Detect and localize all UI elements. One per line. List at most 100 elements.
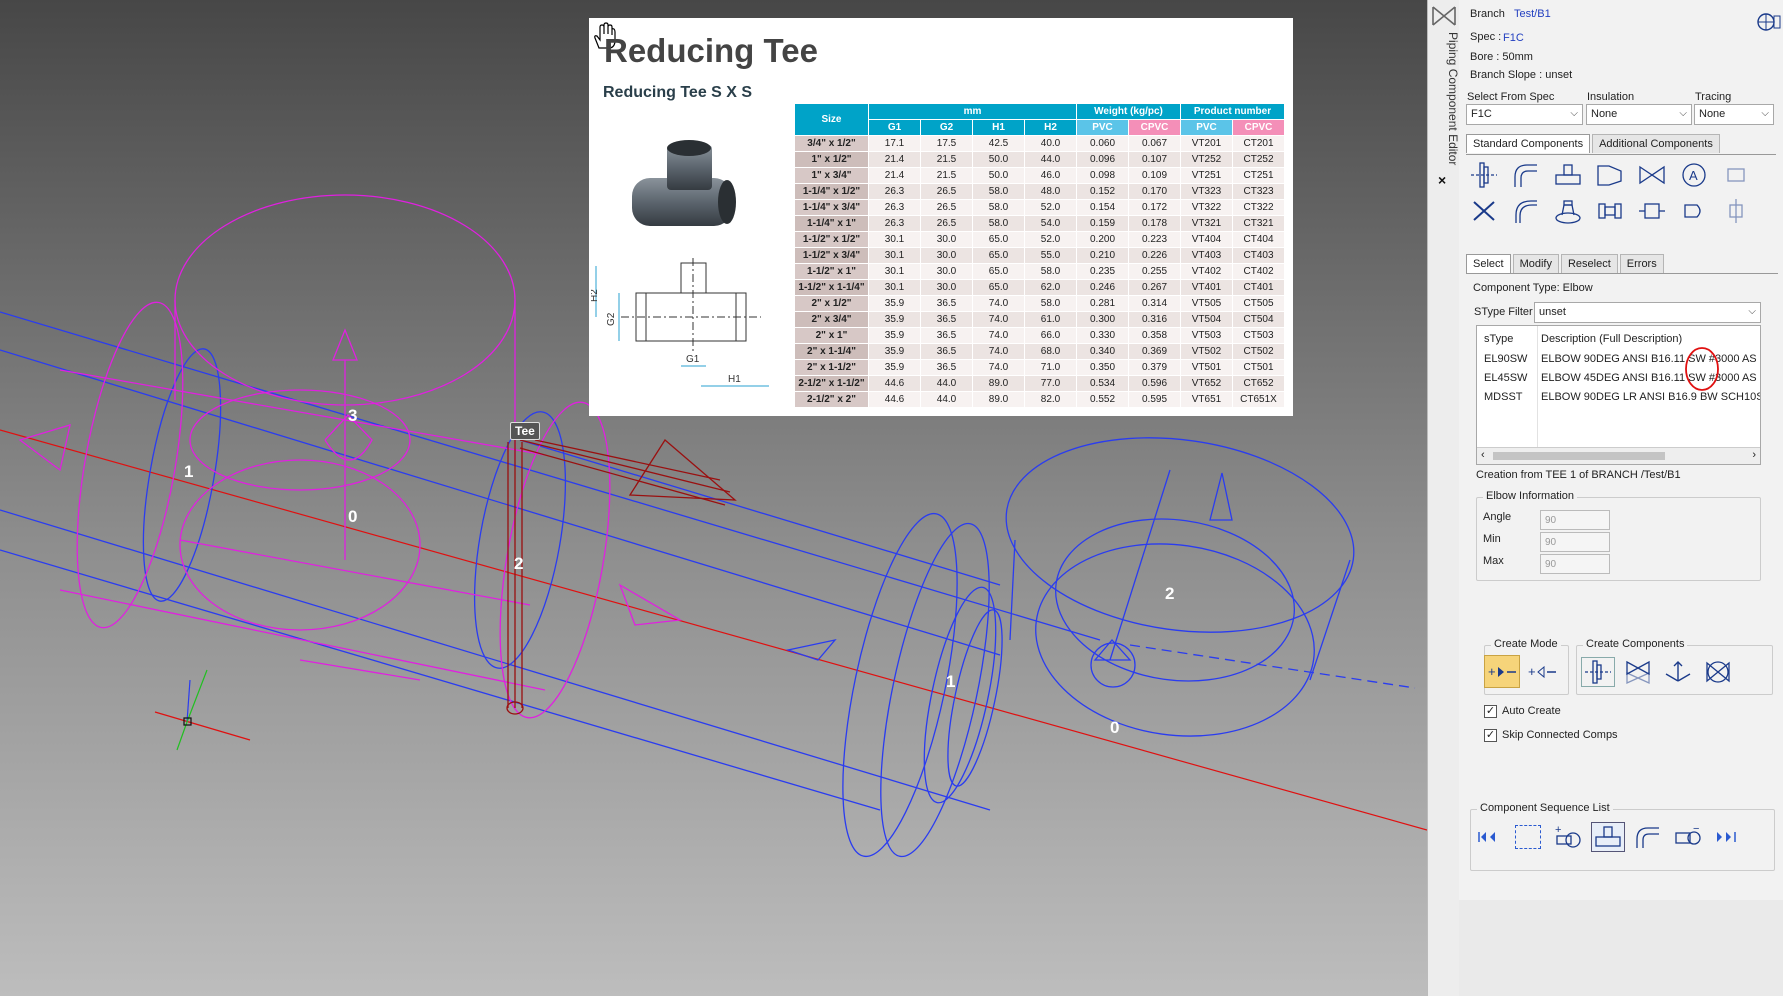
insert-after-icon: + bbox=[1488, 664, 1516, 679]
placeholder-box[interactable] bbox=[1511, 822, 1545, 852]
table-cell: VT404 bbox=[1180, 231, 1233, 248]
table-cell: 89.0 bbox=[972, 375, 1025, 392]
create-components-icons bbox=[1581, 657, 1735, 687]
next-last-icon[interactable] bbox=[1711, 822, 1739, 852]
stype-header[interactable]: sType bbox=[1484, 333, 1513, 345]
valve-icon[interactable] bbox=[1635, 160, 1669, 190]
table-row: 1-1/2" x 3/4" 30.1 30.0 65.0 55.0 0.210 0.226 V… bbox=[794, 247, 1285, 264]
dimensions-table-body: 3/4" x 1/2" 17.1 17.5 42.5 40.0 0.060 0.067 VT2… bbox=[794, 135, 1285, 408]
create-flange-icon[interactable] bbox=[1581, 657, 1615, 687]
chevron-down-icon: ⌵ bbox=[1761, 108, 1769, 119]
table-row: 2-1/2" x 1-1/2" 44.6 44.0 89.0 77.0 0.534 0.59… bbox=[794, 375, 1285, 392]
table-cell: 0.235 bbox=[1076, 263, 1129, 280]
col-header: PVC bbox=[1076, 119, 1129, 136]
angle-field[interactable]: 90 bbox=[1540, 510, 1610, 530]
scroll-thumb[interactable] bbox=[1493, 452, 1665, 460]
tab-select[interactable]: Select bbox=[1466, 254, 1511, 273]
table-cell: 44.6 bbox=[868, 375, 921, 392]
node-label: 0 bbox=[1110, 718, 1120, 737]
seq-flange-icon[interactable]: − bbox=[1671, 822, 1705, 852]
cross-icon[interactable] bbox=[1467, 196, 1501, 226]
table-cell: 30.1 bbox=[868, 279, 921, 296]
branch-link[interactable]: Test/B1 bbox=[1514, 8, 1551, 20]
size-cell: 2" x 1-1/2" bbox=[794, 359, 869, 376]
olet-icon[interactable] bbox=[1551, 196, 1585, 226]
table-cell: 74.0 bbox=[972, 311, 1025, 328]
table-row: 1" x 3/4" 21.4 21.5 50.0 46.0 0.098 0.109 VT251… bbox=[794, 167, 1285, 184]
scroll-left-icon[interactable]: ‹ bbox=[1481, 449, 1485, 461]
blind-icon[interactable] bbox=[1677, 196, 1711, 226]
table-cell: 36.5 bbox=[920, 359, 973, 376]
table-cell: VT502 bbox=[1180, 343, 1233, 360]
tab-standard-components[interactable]: Standard Components bbox=[1466, 134, 1591, 153]
tab-reselect[interactable]: Reselect bbox=[1560, 254, 1618, 273]
sequence-icons: + − bbox=[1477, 822, 1739, 852]
tab-errors[interactable]: Errors bbox=[1619, 254, 1664, 273]
table-cell: VT323 bbox=[1180, 183, 1233, 200]
table-cell: CT502 bbox=[1232, 343, 1285, 360]
col-header: CPVC bbox=[1128, 119, 1181, 136]
table-cell: 35.9 bbox=[868, 295, 921, 312]
table-cell: 26.5 bbox=[920, 199, 973, 216]
node-label: 2 bbox=[1165, 584, 1175, 603]
table-cell: 58.0 bbox=[972, 215, 1025, 232]
piping-component-editor: Branch Test/B1 Spec : F1C Bore : 50mm Br… bbox=[1459, 0, 1783, 996]
table-cell: 0.200 bbox=[1076, 231, 1129, 248]
max-field[interactable]: 90 bbox=[1540, 554, 1610, 574]
spec-link[interactable]: F1C bbox=[1503, 32, 1524, 44]
insulation-label: Insulation bbox=[1587, 91, 1635, 103]
valve-tab-icon[interactable] bbox=[1431, 4, 1457, 28]
elbow-info-title: Elbow Information bbox=[1483, 490, 1578, 502]
union-icon[interactable] bbox=[1635, 196, 1669, 226]
horizontal-scrollbar[interactable]: ‹ › bbox=[1477, 447, 1760, 464]
table-cell: CT402 bbox=[1232, 263, 1285, 280]
flange-icon[interactable] bbox=[1467, 160, 1501, 190]
select-from-spec-dropdown[interactable]: F1C ⌵ bbox=[1466, 104, 1583, 125]
attachment-icon[interactable]: A bbox=[1677, 160, 1711, 190]
tab-modify[interactable]: Modify bbox=[1512, 254, 1559, 273]
create-gasket-icon[interactable] bbox=[1701, 657, 1735, 687]
description-header[interactable]: Description (Full Description) bbox=[1541, 333, 1682, 345]
insulation-dropdown[interactable]: None ⌵ bbox=[1586, 104, 1692, 125]
table-cell: 30.0 bbox=[920, 279, 973, 296]
seq-elbow-icon[interactable] bbox=[1631, 822, 1665, 852]
table-cell: 30.1 bbox=[868, 231, 921, 248]
table-cell: 0.223 bbox=[1128, 231, 1181, 248]
table-cell: 44.0 bbox=[1024, 151, 1077, 168]
size-cell: 1-1/2" x 1-1/4" bbox=[794, 279, 869, 296]
flange-icon[interactable] bbox=[1756, 11, 1782, 33]
auto-create-checkbox[interactable]: ✓ bbox=[1484, 705, 1497, 718]
support-icon[interactable] bbox=[1719, 196, 1753, 226]
table-cell: VT401 bbox=[1180, 279, 1233, 296]
reducer-icon[interactable] bbox=[1593, 160, 1627, 190]
table-cell: 26.5 bbox=[920, 215, 973, 232]
table-cell: 48.0 bbox=[1024, 183, 1077, 200]
tab-additional-components[interactable]: Additional Components bbox=[1592, 134, 1720, 153]
branch-slope-text: Branch Slope : unset bbox=[1470, 69, 1573, 81]
create-before-button[interactable]: + bbox=[1524, 657, 1560, 687]
stype-cell: EL45SW bbox=[1484, 372, 1528, 384]
description-cell: ELBOW 90DEG LR ANSI B16.9 BW SCH10S bbox=[1541, 391, 1761, 403]
table-cell: 0.552 bbox=[1076, 391, 1129, 408]
size-cell: 2" x 1" bbox=[794, 327, 869, 344]
min-field[interactable]: 90 bbox=[1540, 532, 1610, 552]
size-cell: 1" x 3/4" bbox=[794, 167, 869, 184]
seq-tee-icon[interactable] bbox=[1591, 822, 1625, 852]
tracing-dropdown[interactable]: None ⌵ bbox=[1694, 104, 1774, 125]
seq-olet-icon[interactable]: + bbox=[1551, 822, 1585, 852]
skip-connected-checkbox[interactable]: ✓ bbox=[1484, 729, 1497, 742]
create-valve-icon[interactable] bbox=[1621, 657, 1655, 687]
elbow-icon[interactable] bbox=[1509, 160, 1543, 190]
table-cell: 0.096 bbox=[1076, 151, 1129, 168]
create-direction-icon[interactable] bbox=[1661, 657, 1695, 687]
tee-icon[interactable] bbox=[1551, 160, 1585, 190]
create-after-button[interactable]: + bbox=[1484, 655, 1520, 688]
close-icon[interactable]: × bbox=[1438, 172, 1446, 188]
scroll-right-icon[interactable]: › bbox=[1752, 449, 1756, 461]
table-cell: CT323 bbox=[1232, 183, 1285, 200]
coupling-icon[interactable] bbox=[1593, 196, 1627, 226]
cap-icon[interactable] bbox=[1719, 160, 1753, 190]
first-prev-icon[interactable] bbox=[1477, 822, 1505, 852]
stype-filter-dropdown[interactable]: unset ⌵ bbox=[1534, 302, 1761, 323]
bend-icon[interactable] bbox=[1509, 196, 1543, 226]
